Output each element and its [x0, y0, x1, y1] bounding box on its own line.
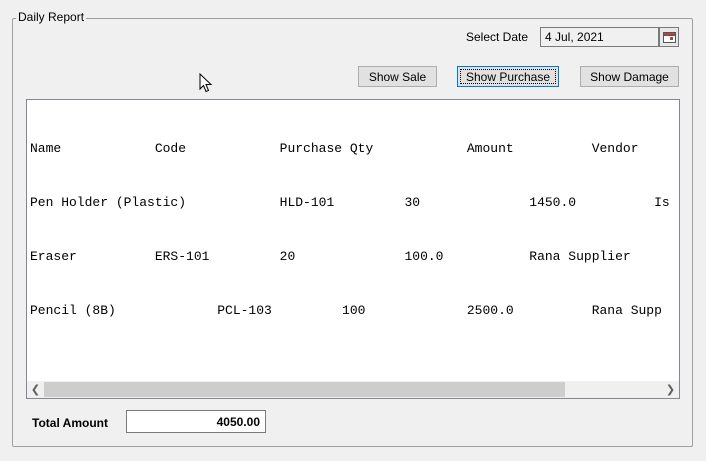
- horizontal-scrollbar[interactable]: ❮ ❯: [27, 381, 679, 398]
- scrollbar-thumb[interactable]: [44, 382, 565, 397]
- scroll-right-icon[interactable]: ❯: [662, 381, 679, 398]
- calendar-button[interactable]: [659, 27, 679, 47]
- show-sale-button[interactable]: Show Sale: [358, 66, 437, 87]
- scroll-left-icon[interactable]: ❮: [27, 381, 44, 398]
- table-row[interactable]: Eraser ERS-101 20 100.0 Rana Supplier: [30, 248, 670, 266]
- report-table[interactable]: Name Code Purchase Qty Amount Vendor Pen…: [26, 99, 680, 399]
- show-damage-button[interactable]: Show Damage: [580, 66, 679, 87]
- show-purchase-button[interactable]: Show Purchase: [457, 66, 559, 87]
- date-field[interactable]: 4 Jul, 2021: [540, 27, 659, 47]
- table-row[interactable]: Pencil (8B) PCL-103 100 2500.0 Rana Supp: [30, 302, 670, 320]
- table-header-row: Name Code Purchase Qty Amount Vendor: [30, 141, 639, 156]
- panel-title: Daily Report: [16, 10, 87, 24]
- select-date-label: Select Date: [466, 30, 529, 44]
- table-row[interactable]: Pen Holder (Plastic) HLD-101 30 1450.0 I…: [30, 194, 670, 212]
- calendar-icon: [662, 31, 676, 43]
- total-amount-field[interactable]: 4050.00: [126, 410, 266, 433]
- mouse-cursor-icon: [199, 73, 213, 93]
- total-amount-label: Total Amount: [32, 416, 108, 430]
- table-content: Name Code Purchase Qty Amount Vendor Pen…: [30, 104, 670, 356]
